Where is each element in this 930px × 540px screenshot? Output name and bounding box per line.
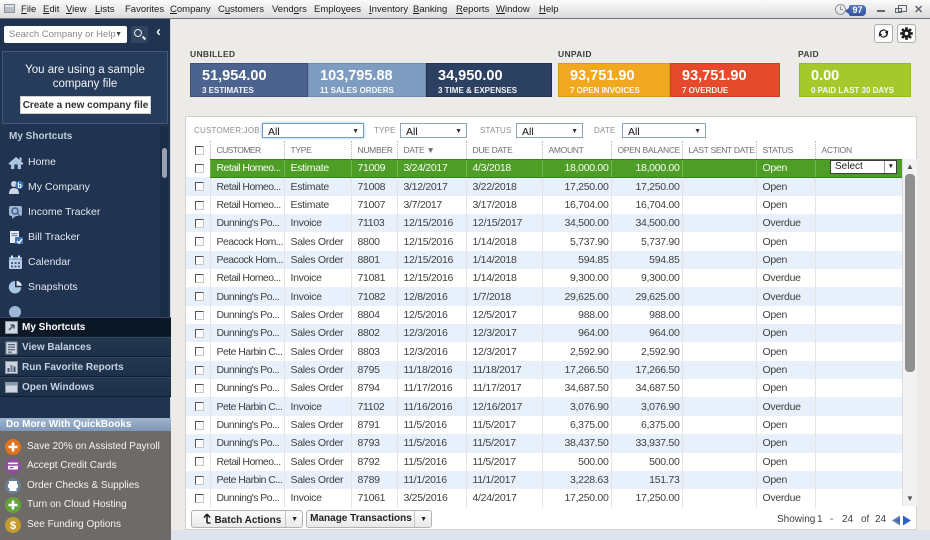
svg-text:$: $ <box>10 520 16 532</box>
svg-text:b: b <box>18 183 22 190</box>
